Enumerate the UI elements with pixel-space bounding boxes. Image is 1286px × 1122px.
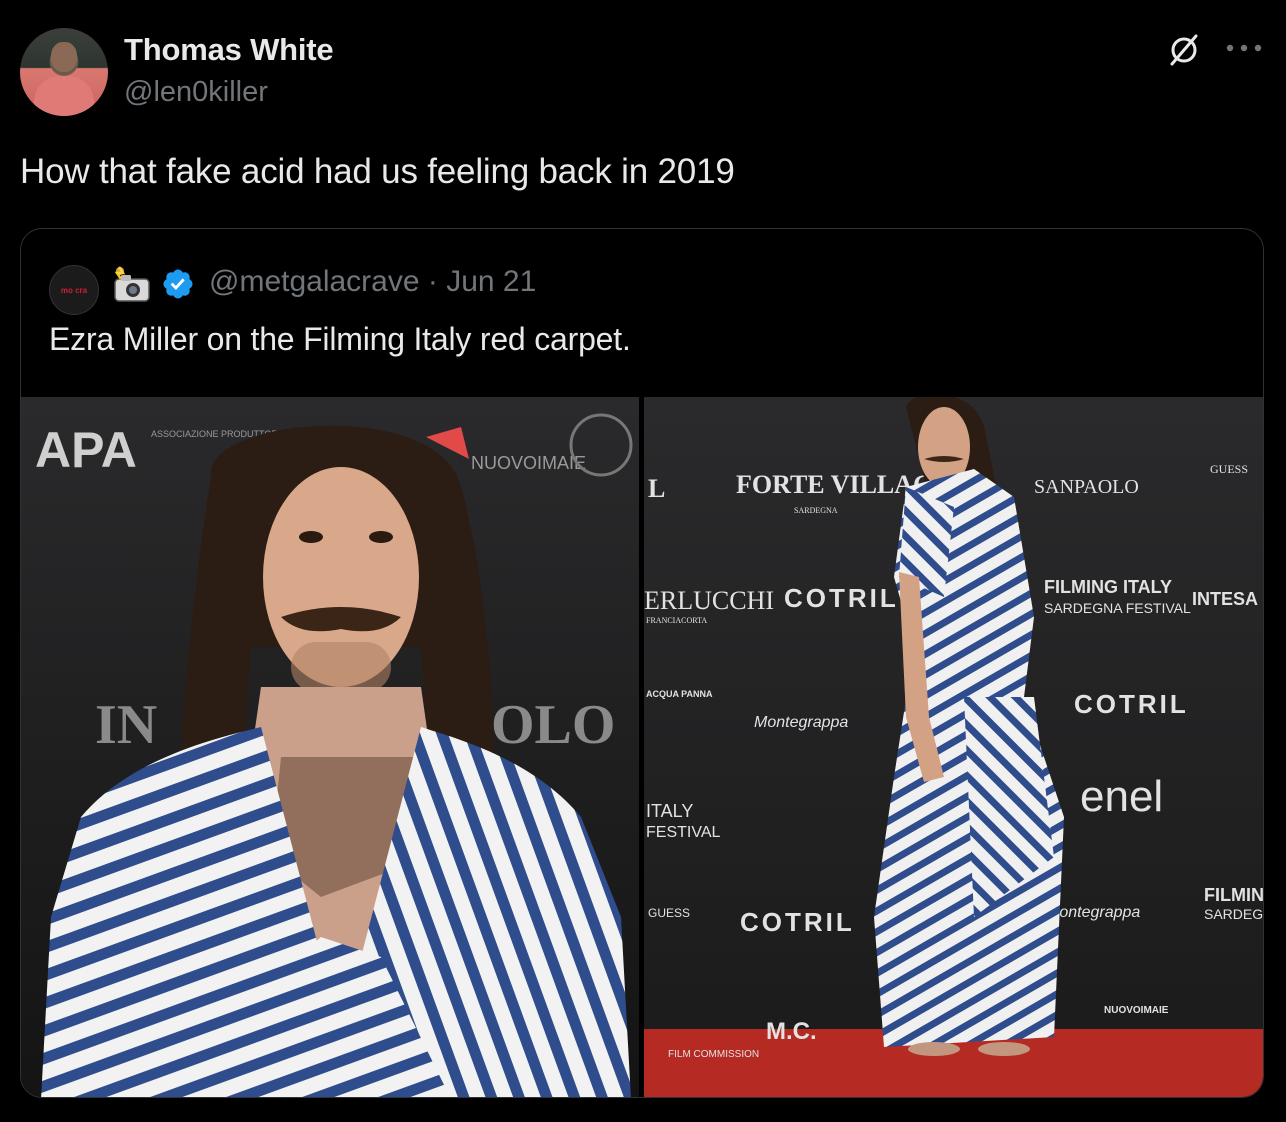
backdrop-italy: ITALY: [646, 801, 693, 821]
backdrop-guess-1: GUESS: [1210, 462, 1248, 476]
backdrop-montegrappa-2: Montegrappa: [1046, 904, 1140, 921]
photo-left-image: APA ASSOCIAZIONE PRODUTTORI AUDIOVISIVI …: [21, 397, 639, 1097]
avatar-body: [34, 76, 94, 116]
backdrop-filming-italy: FILMING ITALY: [1044, 577, 1172, 597]
grok-icon[interactable]: [1166, 32, 1202, 68]
backdrop-l: L: [648, 474, 665, 503]
backdrop-film-commission: FILM COMMISSION: [668, 1049, 759, 1060]
tweet: Thomas White @len0killer How that fake a…: [0, 0, 1286, 1122]
backdrop-intesa-1: INTESA: [1192, 589, 1258, 609]
photo-left[interactable]: APA ASSOCIAZIONE PRODUTTORI AUDIOVISIVI …: [21, 397, 639, 1097]
more-options-icon[interactable]: [1224, 38, 1268, 58]
quoted-handle-date[interactable]: @metgalacrave · Jun 21: [209, 265, 536, 299]
backdrop-cotril-1: COTRIL: [784, 583, 899, 613]
backdrop-franciacorta: FRANCIACORTA: [646, 616, 707, 625]
backdrop-guess-2: GUESS: [648, 906, 690, 920]
quoted-text: Ezra Miller on the Filming Italy red car…: [49, 321, 631, 357]
photo-right[interactable]: L FORTE VILLAGE SARDEGNA SANPAOLO GUESS …: [644, 397, 1264, 1097]
backdrop-cotril-3: COTRIL: [740, 907, 855, 937]
backdrop-enel: enel: [1080, 772, 1163, 821]
backdrop-montegrappa-1: Montegrappa: [754, 714, 848, 731]
quoted-avatar[interactable]: mo cra: [49, 265, 99, 315]
photo-right-image: L FORTE VILLAGE SARDEGNA SANPAOLO GUESS …: [644, 397, 1264, 1097]
backdrop-sardegna-2: SARDEGNA: [1204, 906, 1264, 922]
quoted-avatar-text: mo cra: [60, 285, 88, 295]
backdrop-sardegna-festival: SARDEGNA FESTIVAL: [1044, 600, 1191, 616]
backdrop-nuovoimaie: NUOVOIMAIE: [471, 453, 586, 473]
tweet-text: How that fake acid had us feeling back i…: [20, 152, 735, 191]
avatar-head: [51, 42, 77, 72]
backdrop-olo: OLO: [491, 694, 615, 756]
backdrop-sanpaolo: SANPAOLO: [1034, 476, 1139, 498]
backdrop-mc: M.C.: [766, 1018, 817, 1045]
backdrop-festival: FESTIVAL: [646, 824, 720, 841]
author-avatar[interactable]: [20, 28, 108, 116]
backdrop-apa: APA: [35, 422, 137, 478]
backdrop-sardegna: SARDEGNA: [794, 506, 838, 515]
verified-badge-icon: [163, 269, 193, 299]
backdrop-erlucchi: ERLUCCHI: [644, 586, 774, 615]
backdrop-filming: FILMING: [1204, 885, 1264, 905]
backdrop-cotril-2: COTRIL: [1074, 689, 1189, 719]
author-handle[interactable]: @len0killer: [124, 76, 268, 109]
backdrop-in: IN: [95, 694, 157, 756]
backdrop-nuovoimaie: NUOVOIMAIE: [1104, 1005, 1169, 1016]
author-name[interactable]: Thomas White: [124, 32, 334, 68]
backdrop-acqua-panna: ACQUA PANNA: [646, 689, 713, 699]
camera-flash-icon: [114, 266, 150, 302]
quoted-tweet[interactable]: mo cra @metgalacrave · Jun 21 Ezra Mille…: [20, 228, 1264, 1098]
